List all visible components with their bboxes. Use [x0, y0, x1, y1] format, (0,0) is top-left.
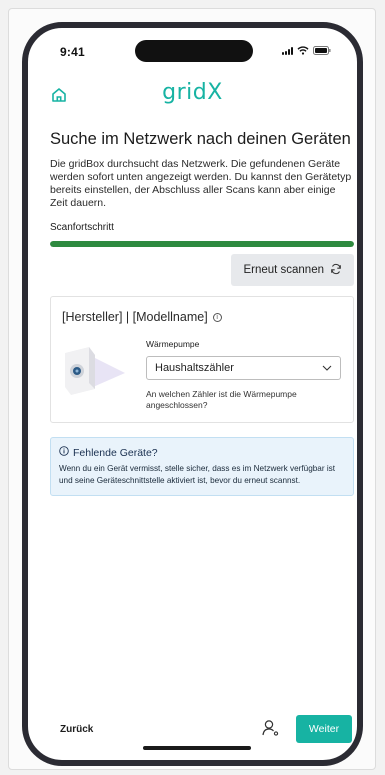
- rescan-button-label: Erneut scannen: [243, 264, 324, 276]
- scan-progress-fill: [50, 241, 354, 247]
- info-circle-icon: [59, 446, 69, 459]
- status-icons: [282, 46, 331, 55]
- meter-select-value: Haushaltszähler: [155, 362, 234, 374]
- device-card: [Hersteller] | [Modellname] i Wärmepumpe…: [50, 296, 354, 423]
- device-heading: [Hersteller] | [Modellname] i: [62, 310, 222, 324]
- meter-hint: An welchen Zähler ist die Wärmepumpe ang…: [146, 389, 297, 410]
- main-content: Suche im Netzwerk nach deinen Geräten Di…: [50, 128, 354, 496]
- refresh-icon: [330, 263, 342, 278]
- status-time: 9:41: [60, 45, 85, 59]
- phone-screen: 9:41 gridX Suche im Netzwerk nach deinen…: [22, 22, 363, 766]
- intro-text: Die gridBox durchsucht das Netzwerk. Die…: [50, 158, 352, 209]
- page-title: Suche im Netzwerk nach deinen Geräten: [50, 130, 351, 148]
- brand-logo: gridX: [162, 80, 223, 105]
- dynamic-island: [135, 40, 253, 62]
- missing-devices-notice: Fehlende Geräte? Wenn du ein Gerät vermi…: [50, 437, 354, 496]
- meter-select[interactable]: Haushaltszähler: [146, 356, 341, 380]
- signal-icon: [282, 46, 293, 55]
- rescan-row: Erneut scannen: [50, 254, 354, 286]
- scan-progress-label: Scanfortschritt: [50, 222, 114, 233]
- scan-progress-bar: [50, 241, 354, 247]
- device-name: [Hersteller] | [Modellname]: [62, 310, 208, 324]
- app-header: gridX: [28, 78, 357, 118]
- notice-title-text: Fehlende Geräte?: [73, 446, 158, 459]
- home-indicator: [143, 746, 251, 750]
- user-icon[interactable]: [261, 718, 281, 738]
- heat-pump-label: Wärmepumpe: [146, 339, 200, 349]
- next-button[interactable]: Weiter: [296, 715, 352, 743]
- notice-text: Wenn du ein Gerät vermisst, stelle siche…: [59, 464, 336, 485]
- status-bar: 9:41: [28, 28, 357, 74]
- wifi-icon: [297, 46, 309, 55]
- battery-icon: [313, 46, 331, 55]
- info-icon[interactable]: i: [212, 312, 222, 322]
- heat-pump-image: [63, 343, 133, 399]
- notice-title: Fehlende Geräte?: [59, 446, 345, 459]
- footer-bar: Zurück Weiter: [28, 700, 357, 760]
- rescan-button[interactable]: Erneut scannen: [231, 254, 354, 286]
- chevron-down-icon: [322, 362, 332, 374]
- back-button[interactable]: Zurück: [60, 724, 93, 735]
